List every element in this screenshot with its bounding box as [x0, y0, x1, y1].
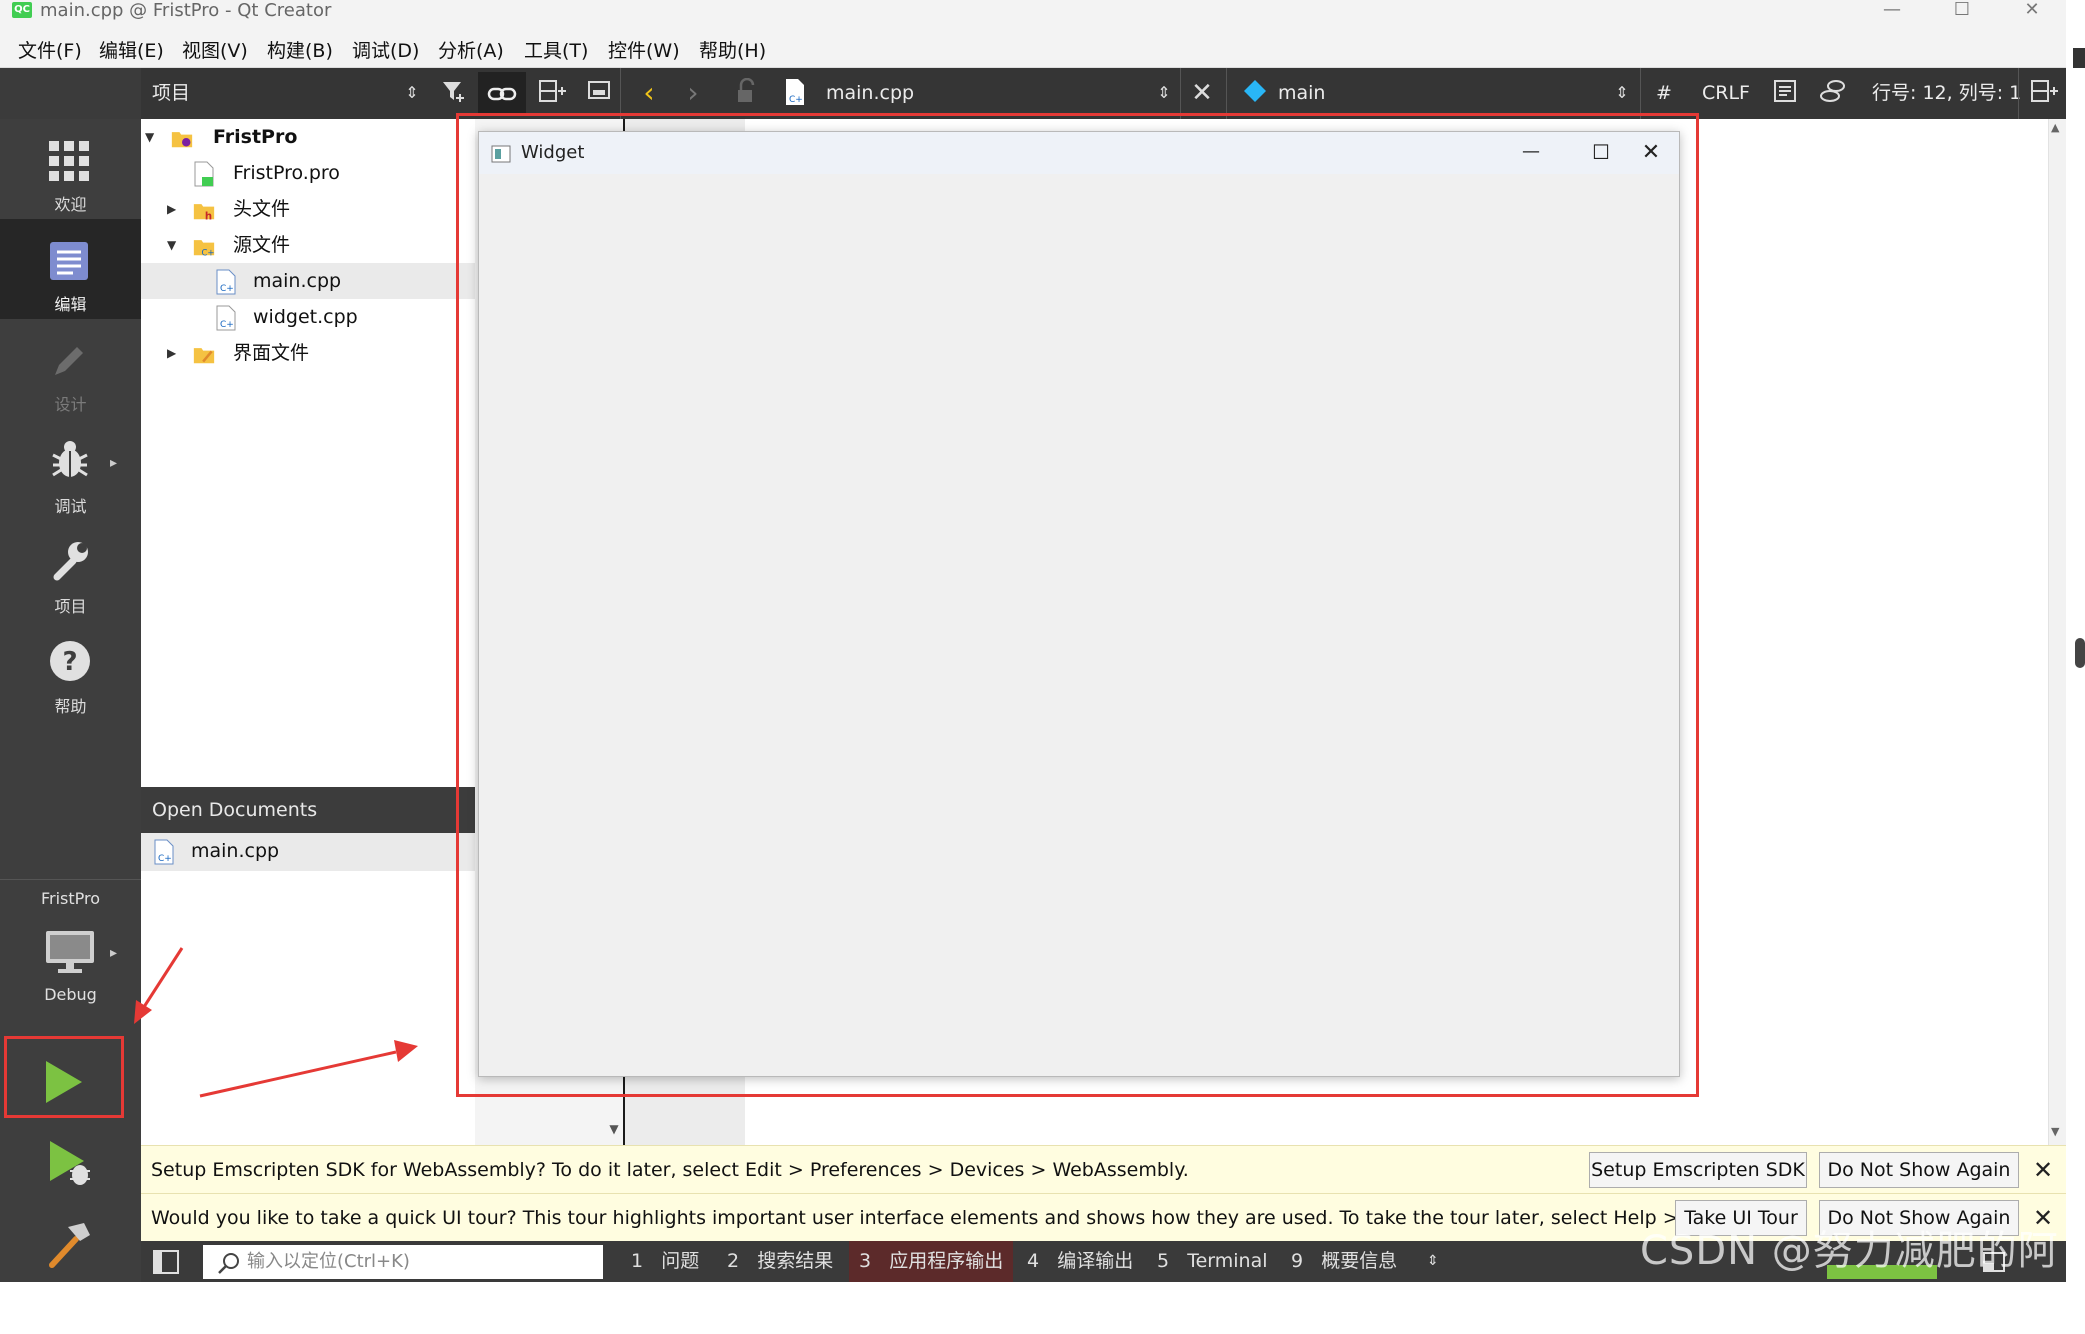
output-pane-selector-arrows-icon[interactable]: ⇕ — [1427, 1241, 1439, 1282]
edge-handle — [2075, 638, 2085, 668]
setup-emscripten-button[interactable]: Setup Emscripten SDK — [1589, 1152, 1807, 1188]
watermark-text: CSDN @努力减肥的阿源 — [1640, 1228, 2059, 1332]
window-right-edge — [2066, 0, 2085, 1282]
emscripten-infobar: Setup Emscripten SDK for WebAssembly? To… — [141, 1145, 2066, 1193]
toggle-sidebar-icon[interactable] — [151, 1249, 181, 1275]
output-pane-general-messages[interactable]: 9 概要信息 — [1291, 1241, 1397, 1282]
output-pane-application-output[interactable]: 3 应用程序输出 — [849, 1241, 1014, 1282]
locator-input[interactable]: 输入以定位(Ctrl+K) — [203, 1245, 603, 1279]
output-pane-search-results[interactable]: 2 搜索结果 — [727, 1241, 833, 1282]
search-icon — [218, 1253, 239, 1274]
output-pane-issues[interactable]: 1 问题 — [631, 1241, 699, 1282]
output-pane-compile-output[interactable]: 4 编译输出 — [1027, 1241, 1133, 1282]
infobar-text: Setup Emscripten SDK for WebAssembly? To… — [151, 1159, 1189, 1181]
output-pane-terminal[interactable]: 5 Terminal — [1157, 1241, 1268, 1282]
do-not-show-again-button[interactable]: Do Not Show Again — [1819, 1152, 2019, 1188]
infobar-text: Would you like to take a quick UI tour? … — [151, 1207, 1755, 1229]
locator-placeholder: 输入以定位(Ctrl+K) — [247, 1251, 410, 1272]
edge-handle — [2073, 48, 2085, 68]
annotation-arrows — [134, 947, 418, 1098]
close-infobar-icon[interactable]: ✕ — [2023, 1146, 2063, 1194]
